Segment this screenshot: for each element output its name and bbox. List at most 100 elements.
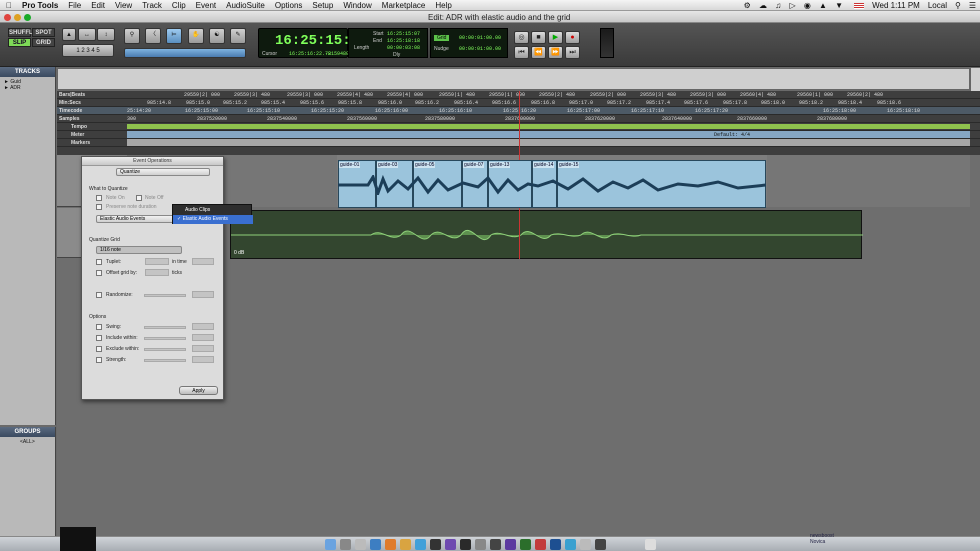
menu-clock[interactable]: Wed 1:11 PM: [872, 1, 920, 10]
app-icon[interactable]: [400, 539, 411, 550]
exclude-within-slider[interactable]: [144, 348, 186, 351]
grid-value[interactable]: 00:00:01:00.00: [459, 35, 501, 41]
mode-spot[interactable]: SPOT: [32, 28, 55, 37]
zoom-preset-button[interactable]: 1 2 3 4 5: [62, 44, 114, 57]
flag-icon[interactable]: [854, 2, 865, 9]
zoomer-tool-icon[interactable]: ⚲: [124, 28, 140, 44]
menu-marketplace[interactable]: Marketplace: [382, 1, 426, 10]
operation-select[interactable]: Quantize: [116, 168, 210, 176]
zoom-window-button[interactable]: [24, 14, 31, 21]
quantize-target-select[interactable]: Elastic Audio Events: [96, 215, 176, 223]
grabber-tool-icon[interactable]: ✋: [188, 28, 204, 44]
list-icon[interactable]: ☰: [969, 1, 976, 10]
swing-checkbox[interactable]: [96, 324, 102, 330]
menu-item-audio-clips[interactable]: Audio Clips: [173, 206, 253, 215]
app-icon[interactable]: [370, 539, 381, 550]
track-list-item[interactable]: ► ADR: [4, 85, 21, 91]
swing-slider[interactable]: [144, 326, 186, 329]
menu-setup[interactable]: Setup: [312, 1, 333, 10]
search-icon[interactable]: ⚲: [955, 1, 961, 10]
app-icon[interactable]: [460, 539, 471, 550]
tuplet-field[interactable]: [145, 258, 169, 265]
return-to-zero-button[interactable]: ⏮: [514, 46, 529, 59]
app-icon[interactable]: [535, 539, 546, 550]
menu-file[interactable]: File: [68, 1, 81, 10]
menu-window[interactable]: Window: [343, 1, 371, 10]
app-icon[interactable]: [595, 539, 606, 550]
scrubber-tool-icon[interactable]: ☯: [209, 28, 225, 44]
main-counter[interactable]: 16:25:15:07 Cursor 16:25:16:22.72 -81594…: [258, 28, 367, 58]
menu-options[interactable]: Options: [275, 1, 303, 10]
fast-forward-button[interactable]: ⏩: [548, 46, 563, 59]
menu-track[interactable]: Track: [142, 1, 162, 10]
menu-item-elastic-audio-events[interactable]: ✓ Elastic Audio Events: [173, 215, 253, 224]
tracks-header[interactable]: TRACKS: [0, 67, 55, 77]
offset-grid-checkbox[interactable]: [96, 270, 102, 276]
pencil-tool-icon[interactable]: ✎: [230, 28, 246, 44]
selector-tool-icon[interactable]: ⊨: [166, 28, 182, 44]
menu-user[interactable]: Local: [928, 1, 947, 10]
app-icon[interactable]: [505, 539, 516, 550]
play-button[interactable]: ▶: [548, 31, 563, 44]
exclude-within-checkbox[interactable]: [96, 346, 102, 352]
universe-view[interactable]: [57, 68, 970, 90]
trash-icon[interactable]: [645, 539, 656, 550]
include-within-checkbox[interactable]: [96, 335, 102, 341]
mode-shuffle[interactable]: SHUFFLE: [8, 28, 37, 37]
apple-icon[interactable]: : [6, 1, 12, 10]
mode-grid[interactable]: GRID: [32, 38, 55, 47]
strength-field[interactable]: [192, 356, 214, 363]
mode-slip[interactable]: SLIP: [8, 38, 31, 47]
note-off-checkbox[interactable]: [136, 195, 142, 201]
stop-button[interactable]: ■: [531, 31, 546, 44]
app-icon[interactable]: [475, 539, 486, 550]
app-icon[interactable]: [565, 539, 576, 550]
apply-button[interactable]: Apply: [179, 386, 218, 395]
include-within-slider[interactable]: [144, 337, 186, 340]
app-icon[interactable]: [550, 539, 561, 550]
zoom-in-button[interactable]: ↕: [97, 28, 115, 41]
strength-slider[interactable]: [144, 359, 186, 362]
menu-app-name[interactable]: Pro Tools: [22, 1, 58, 10]
app-icon[interactable]: [340, 539, 351, 550]
randomize-field[interactable]: [192, 291, 214, 298]
online-button[interactable]: ◎: [514, 31, 529, 44]
app-icon[interactable]: [415, 539, 426, 550]
in-time-field[interactable]: [192, 258, 214, 265]
dly-label[interactable]: Dly: [393, 52, 400, 58]
group-list-item[interactable]: <ALL>: [20, 439, 35, 445]
note-on-checkbox[interactable]: [96, 195, 102, 201]
include-within-field[interactable]: [192, 334, 214, 341]
tuplet-checkbox[interactable]: [96, 259, 102, 265]
randomize-slider[interactable]: [144, 294, 186, 297]
adr-clip[interactable]: 0 dB: [230, 210, 863, 259]
app-icon[interactable]: [445, 539, 456, 550]
minimize-window-button[interactable]: [14, 14, 21, 21]
edit-mode-buttons[interactable]: [124, 48, 246, 58]
strength-checkbox[interactable]: [96, 357, 102, 363]
grid-value-select[interactable]: 1/16 note: [96, 246, 182, 254]
end-value[interactable]: 16:25:18:18: [387, 38, 420, 44]
menu-clip[interactable]: Clip: [172, 1, 186, 10]
menu-view[interactable]: View: [115, 1, 132, 10]
app-icon[interactable]: [580, 539, 591, 550]
record-button[interactable]: ●: [565, 31, 580, 44]
finder-icon[interactable]: [325, 539, 336, 550]
trim-tool-icon[interactable]: 〈: [145, 28, 161, 44]
offset-grid-field[interactable]: [145, 269, 169, 276]
zoom-toggle-icon[interactable]: ▲: [62, 28, 76, 41]
menu-edit[interactable]: Edit: [91, 1, 105, 10]
exclude-within-field[interactable]: [192, 345, 214, 352]
app-icon[interactable]: [355, 539, 366, 550]
nudge-value[interactable]: 00:00:01:00.00: [459, 46, 501, 52]
length-value[interactable]: 00:00:03:08: [387, 45, 420, 51]
app-icon[interactable]: [520, 539, 531, 550]
randomize-checkbox[interactable]: [96, 292, 102, 298]
close-window-button[interactable]: [4, 14, 11, 21]
status-tray-icons[interactable]: ⚙ ☁ ♫ ▷ ◉ ▲ ▼: [744, 1, 846, 10]
groups-header[interactable]: GROUPS: [0, 427, 55, 437]
rewind-button[interactable]: ⏪: [531, 46, 546, 59]
zoom-out-button[interactable]: ↔: [78, 28, 96, 41]
preserve-duration-checkbox[interactable]: [96, 204, 102, 210]
go-to-end-button[interactable]: ⏭: [565, 46, 580, 59]
